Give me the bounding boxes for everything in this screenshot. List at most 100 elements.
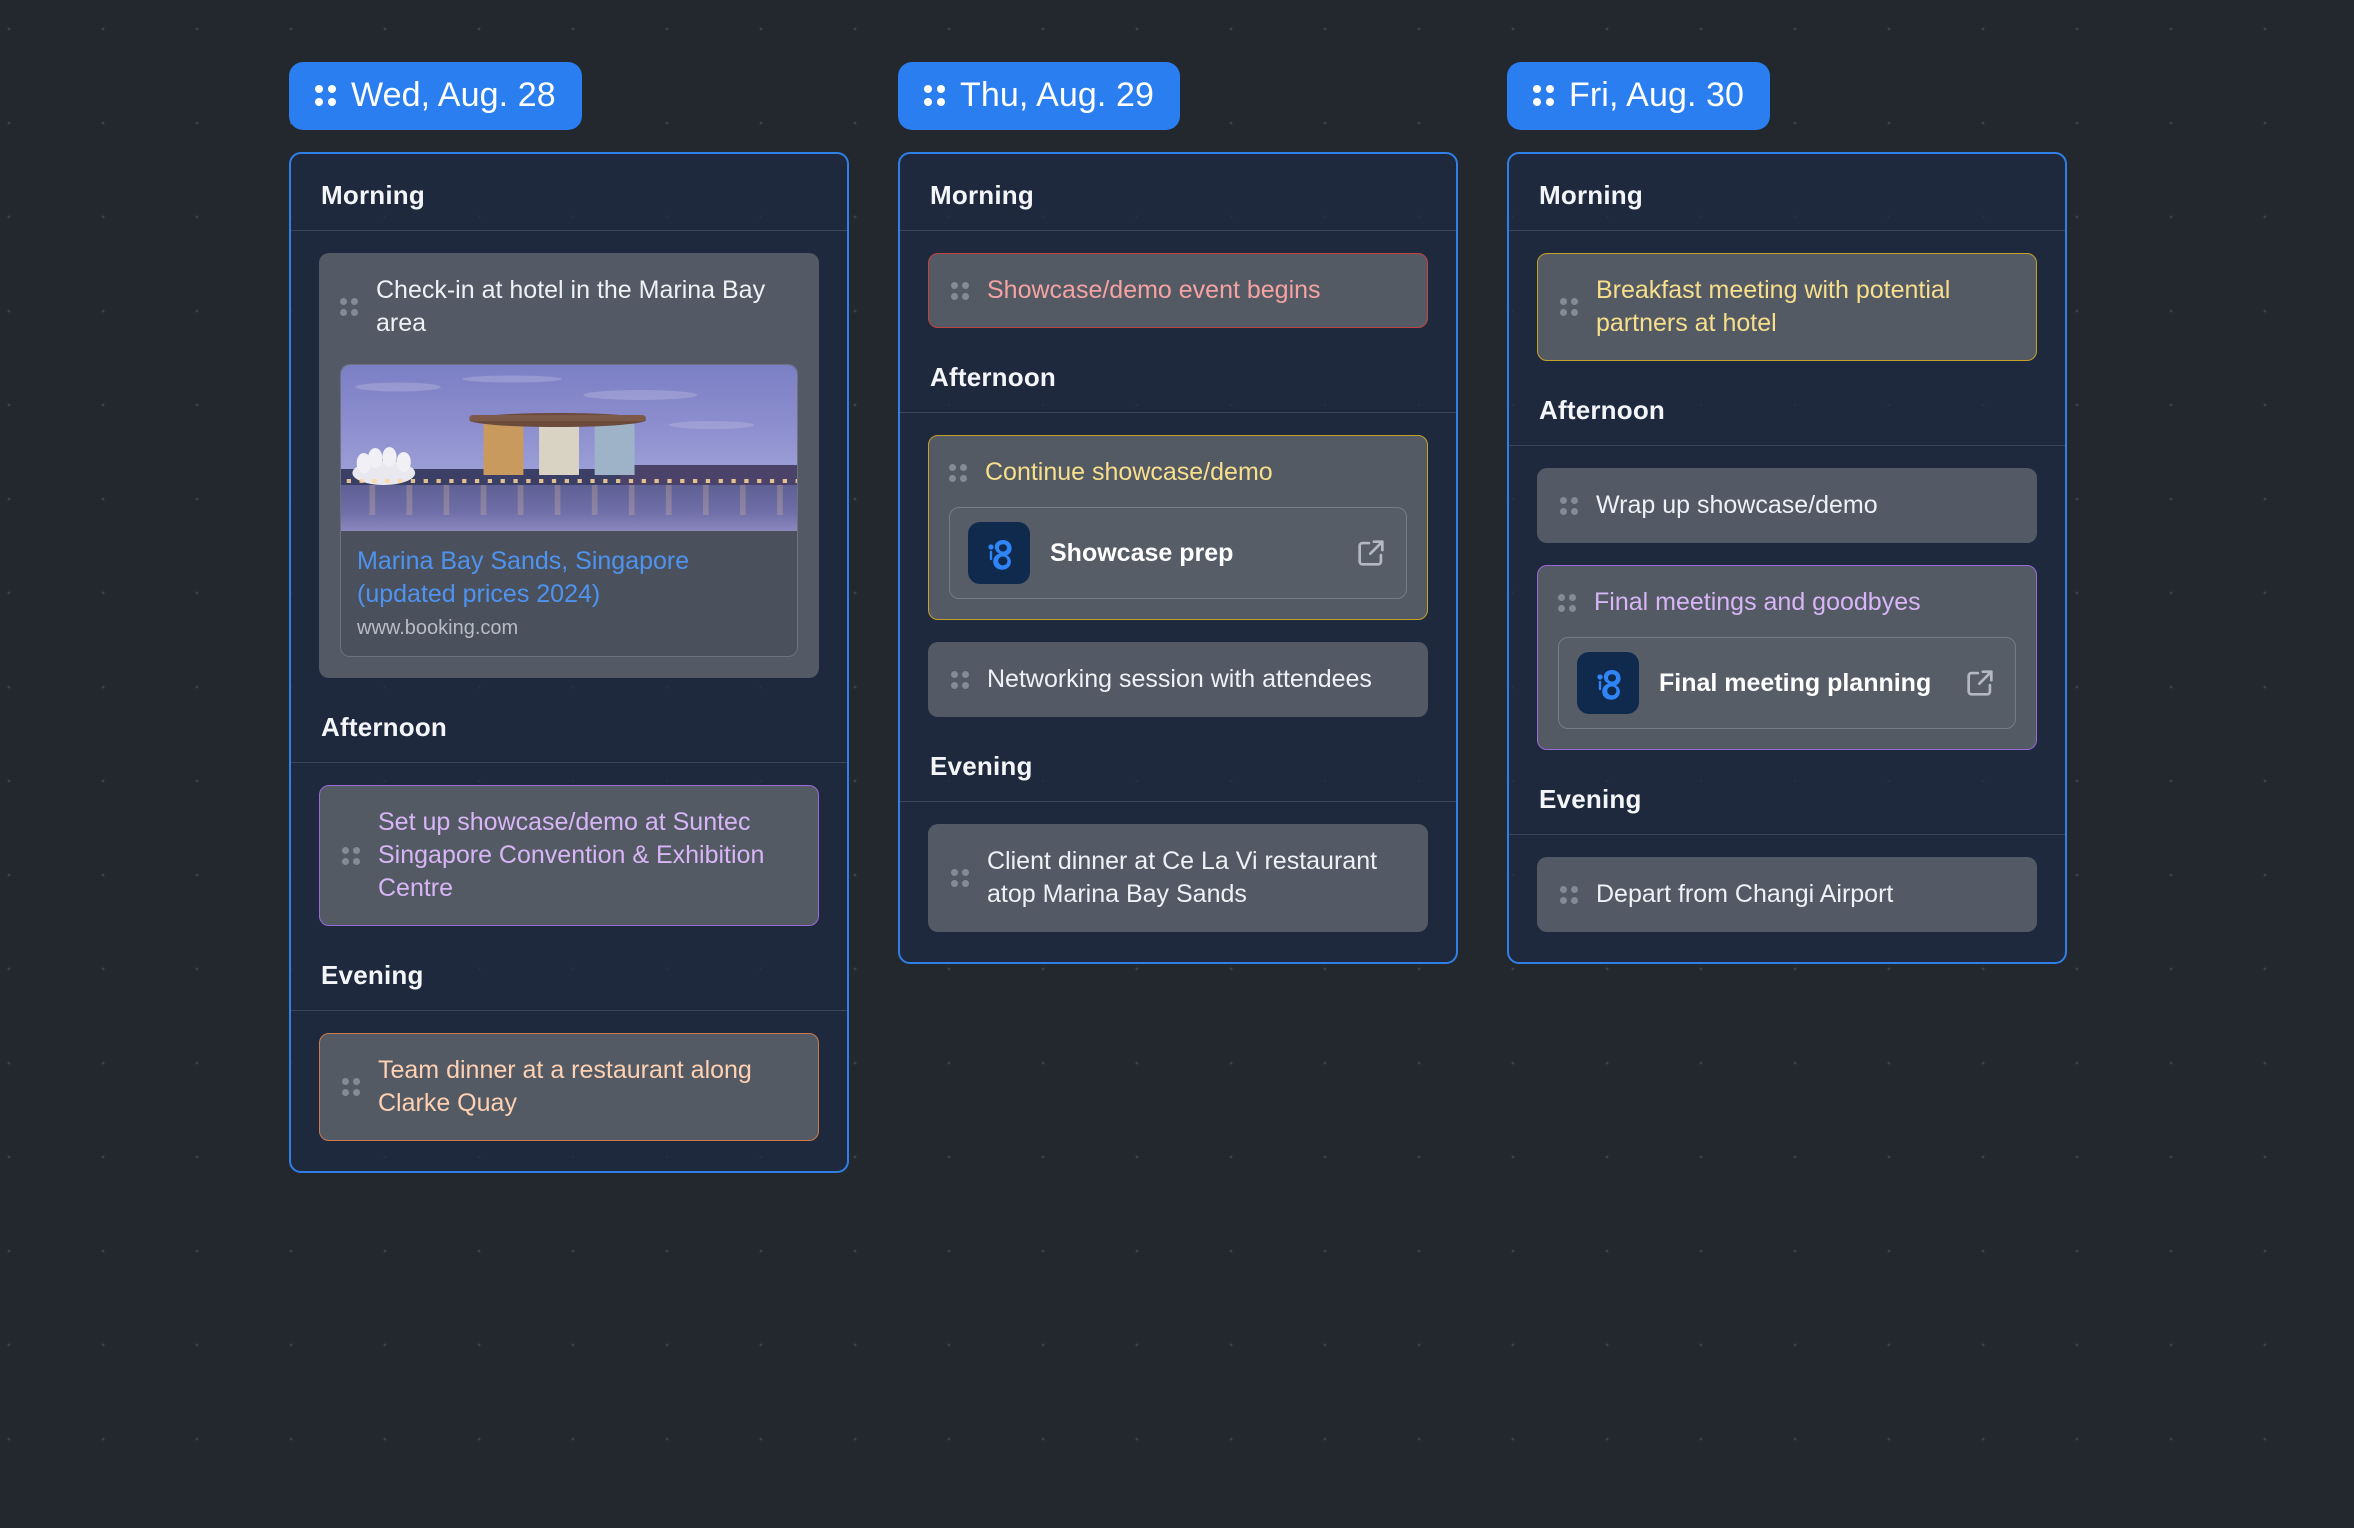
handle-dot xyxy=(1546,97,1554,106)
section-header: Afternoon xyxy=(900,336,1456,413)
handle-dot xyxy=(951,880,958,887)
task-card[interactable]: Wrap up showcase/demo xyxy=(1537,468,2037,543)
drag-handle-icon[interactable] xyxy=(1560,298,1578,316)
handle-dot xyxy=(951,292,958,300)
drag-handle-icon[interactable] xyxy=(951,869,969,887)
handle-dot xyxy=(1560,298,1567,305)
external-link-icon[interactable] xyxy=(1354,536,1388,570)
task-card[interactable]: Set up showcase/demo at Suntec Singapore… xyxy=(319,785,819,926)
day-column: Thu, Aug. 29 Morning Showcase/demo event b… xyxy=(898,62,1458,964)
handle-dot xyxy=(924,97,932,106)
task-card[interactable]: Continue showcase/demo Showcase prep xyxy=(928,435,1428,620)
handle-dot xyxy=(1546,84,1554,93)
handle-dot xyxy=(951,681,958,689)
task-card[interactable]: Depart from Changi Airport xyxy=(1537,857,2037,932)
attachment-link[interactable]: Showcase prep xyxy=(949,507,1407,599)
handle-dot xyxy=(937,84,945,93)
section-title: Morning xyxy=(930,180,1034,210)
handle-dot xyxy=(1569,604,1576,612)
section-title: Afternoon xyxy=(930,362,1056,392)
attachment-label: Showcase prep xyxy=(1050,539,1234,567)
link-preview-title[interactable]: Marina Bay Sands, Singapore (updated pri… xyxy=(357,545,781,610)
section-title: Evening xyxy=(930,751,1033,781)
section-items: Depart from Changi Airport xyxy=(1509,835,2065,940)
drag-handle-icon[interactable] xyxy=(1533,84,1554,106)
external-link-icon[interactable] xyxy=(1963,666,1997,700)
drag-handle-icon[interactable] xyxy=(1558,593,1576,612)
handle-dot xyxy=(962,670,969,678)
handle-dot xyxy=(951,869,958,876)
day-column: Fri, Aug. 30 Morning Breakfast meeting wit… xyxy=(1507,62,2067,964)
handle-dot xyxy=(1560,507,1567,515)
handle-dot xyxy=(1558,604,1565,612)
day-card: Morning Check-in at hotel in the Marina B… xyxy=(289,152,849,1173)
handle-dot xyxy=(937,97,945,106)
drag-handle-icon[interactable] xyxy=(951,281,969,300)
drag-handle-icon[interactable] xyxy=(342,1078,360,1096)
handle-dot xyxy=(1533,84,1541,93)
task-card[interactable]: Check-in at hotel in the Marina Bay area… xyxy=(319,253,819,678)
drag-handle-icon[interactable] xyxy=(340,298,358,316)
handle-dot xyxy=(962,869,969,876)
drag-handle-icon[interactable] xyxy=(342,846,360,865)
handle-dot xyxy=(1571,309,1578,316)
handle-dot xyxy=(962,292,969,300)
handle-dot xyxy=(924,84,932,93)
drag-handle-icon[interactable] xyxy=(1560,885,1578,904)
section-header: Afternoon xyxy=(291,686,847,763)
day-column: Wed, Aug. 28 Morning Check-in at hotel in … xyxy=(289,62,849,1173)
section-header: Morning xyxy=(1509,154,2065,231)
day-header-pill[interactable]: Fri, Aug. 30 xyxy=(1507,62,1771,130)
handle-dot xyxy=(340,309,347,316)
handle-dot xyxy=(351,309,358,316)
day-card: Morning Showcase/demo event begins Afterno… xyxy=(898,152,1458,964)
app-logo-icon xyxy=(968,522,1030,584)
section-title: Morning xyxy=(1539,180,1643,210)
app-logo-icon xyxy=(1577,652,1639,714)
handle-dot xyxy=(1558,593,1565,601)
drag-handle-icon[interactable] xyxy=(951,670,969,689)
section-header: Morning xyxy=(291,154,847,231)
task-card[interactable]: Networking session with attendees xyxy=(928,642,1428,717)
day-label: Thu, Aug. 29 xyxy=(960,76,1155,114)
attachment-link[interactable]: Final meeting planning xyxy=(1558,637,2016,729)
drag-handle-icon[interactable] xyxy=(315,84,336,106)
handle-dot xyxy=(353,846,360,854)
section-header: Evening xyxy=(1509,758,2065,835)
task-text: Continue showcase/demo xyxy=(985,458,1273,486)
day-header-pill[interactable]: Thu, Aug. 29 xyxy=(898,62,1181,130)
task-card[interactable]: Team dinner at a restaurant along Clarke… xyxy=(319,1033,819,1141)
task-text: Client dinner at Ce La Vi restaurant ato… xyxy=(987,847,1378,908)
section-header: Afternoon xyxy=(1509,369,2065,446)
task-header: Check-in at hotel in the Marina Bay area xyxy=(340,274,798,340)
link-preview-url: www.booking.com xyxy=(357,617,519,639)
section-header: Evening xyxy=(900,725,1456,802)
handle-dot xyxy=(960,463,967,471)
handle-dot xyxy=(1571,496,1578,504)
section-title: Morning xyxy=(321,180,425,210)
drag-handle-icon[interactable] xyxy=(1560,496,1578,515)
drag-handle-icon[interactable] xyxy=(949,463,967,482)
task-text: Networking session with attendees xyxy=(987,665,1372,693)
handle-dot xyxy=(328,84,336,93)
task-card[interactable]: Client dinner at Ce La Vi restaurant ato… xyxy=(928,824,1428,932)
handle-dot xyxy=(1560,885,1567,893)
handle-dot xyxy=(351,298,358,305)
task-text: Set up showcase/demo at Suntec Singapore… xyxy=(378,808,765,902)
drag-handle-icon[interactable] xyxy=(924,84,945,106)
day-header-pill[interactable]: Wed, Aug. 28 xyxy=(289,62,582,130)
task-text: Breakfast meeting with potential partner… xyxy=(1596,276,1951,337)
handle-dot xyxy=(353,857,360,865)
task-text: Showcase/demo event begins xyxy=(987,276,1321,304)
task-card[interactable]: Showcase/demo event begins xyxy=(928,253,1428,328)
handle-dot xyxy=(1569,593,1576,601)
section-header: Evening xyxy=(291,934,847,1011)
handle-dot xyxy=(1560,309,1567,316)
section-title: Afternoon xyxy=(321,712,447,742)
handle-dot xyxy=(342,846,349,854)
task-card[interactable]: Final meetings and goodbyes Final meeting… xyxy=(1537,565,2037,750)
link-preview-card[interactable]: Marina Bay Sands, Singapore (updated pri… xyxy=(340,364,798,657)
section-title: Evening xyxy=(1539,784,1642,814)
task-card[interactable]: Breakfast meeting with potential partner… xyxy=(1537,253,2037,361)
handle-dot xyxy=(328,97,336,106)
